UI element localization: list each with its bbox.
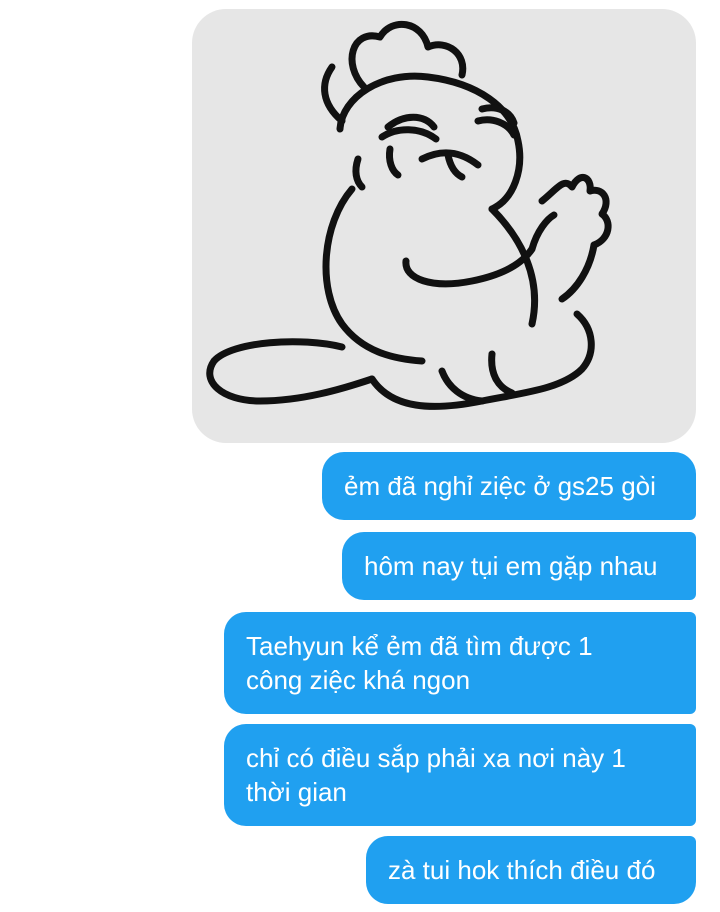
outgoing-message[interactable]: Taehyun kể ẻm đã tìm được 1 công ziệc kh…	[224, 612, 696, 714]
outgoing-message[interactable]: chỉ có điều sắp phải xa nơi này 1 thời g…	[224, 724, 696, 826]
crying-cat-sticker-icon	[206, 20, 612, 410]
sticker-message[interactable]	[192, 9, 696, 443]
outgoing-message[interactable]: zà tui hok thích điều đó	[366, 836, 696, 904]
outgoing-message[interactable]: ẻm đã nghỉ ziệc ở gs25 gòi	[322, 452, 696, 520]
outgoing-message[interactable]: hôm nay tụi em gặp nhau	[342, 532, 696, 600]
